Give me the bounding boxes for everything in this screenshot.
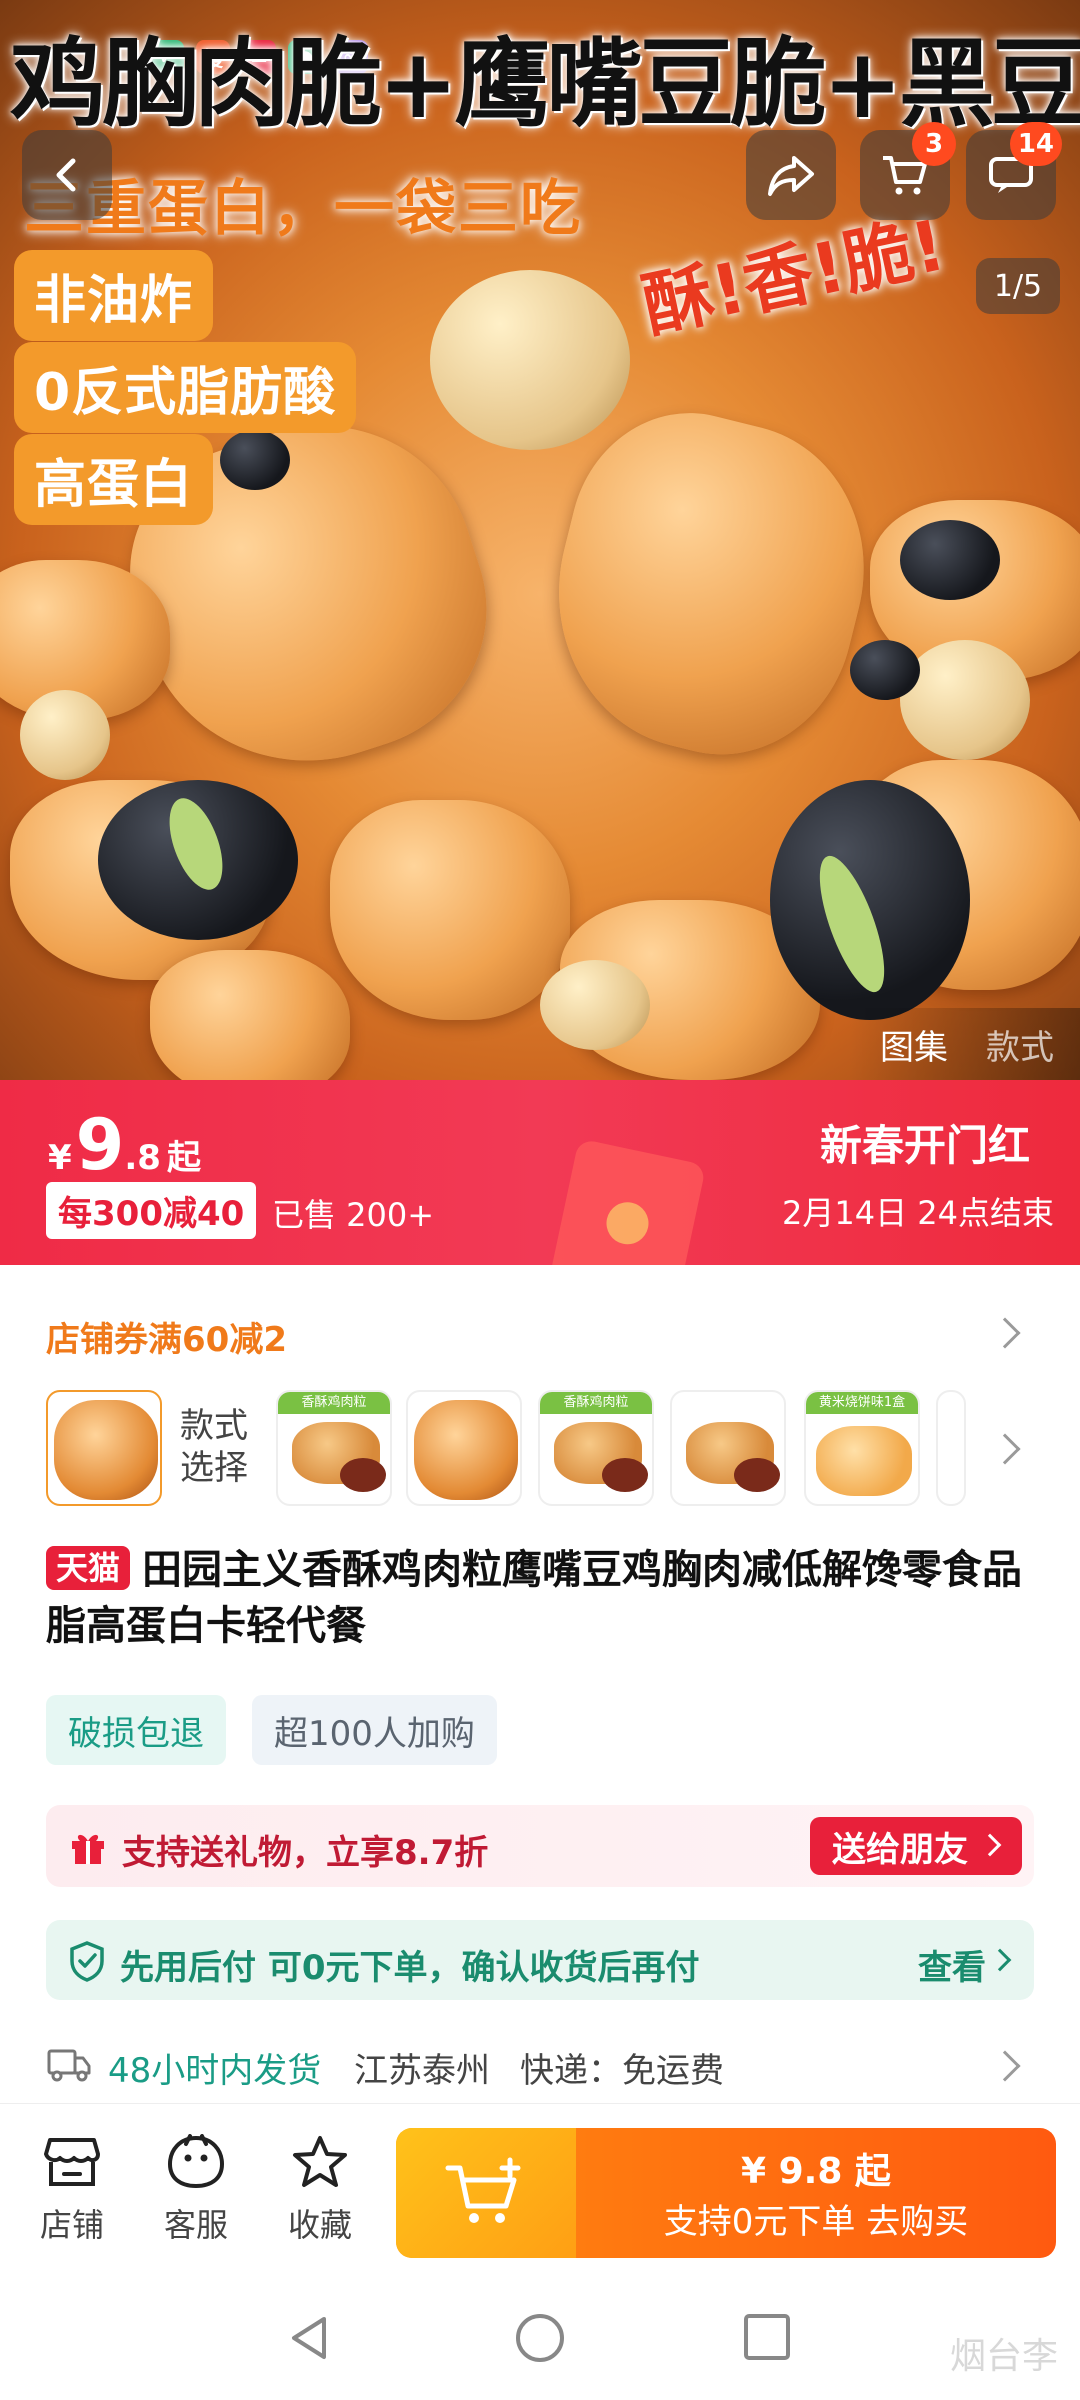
favorite-button[interactable]: 收藏: [270, 2134, 370, 2246]
shipping-origin: 江苏泰州: [354, 2051, 490, 2091]
price: ¥ 9 .8 起: [48, 1110, 201, 1180]
chickpea: [900, 640, 1030, 760]
store-label: 店铺: [39, 2206, 104, 2244]
price-suffix: 起: [166, 1138, 201, 1178]
buy-button-label: 支持0元下单 去购买: [663, 2202, 969, 2242]
chickpea: [20, 690, 110, 780]
bottom-action-bar: 店铺 客服 收藏 ¥ 9.8 起 支持0元下单 去购买: [0, 2103, 1080, 2273]
service-tag-addcart: 超100人加购: [252, 1695, 497, 1765]
gift-row[interactable]: 支持送礼物，立享8.7折 送给朋友: [46, 1805, 1034, 1887]
thumb-caption: 香酥鸡肉粒: [278, 1392, 390, 1414]
price-integer: 9: [75, 1104, 125, 1186]
back-button[interactable]: [22, 130, 112, 220]
nav-back-icon[interactable]: [284, 2313, 334, 2363]
hero-headline: 鸡胸肉脆+鹰嘴豆脆+黑豆脆: [10, 28, 1080, 140]
tab-gallery[interactable]: 图集: [880, 1020, 948, 1069]
coupon-chevron-icon: [989, 1317, 1021, 1349]
variant-thumbnail[interactable]: 黄米烧饼味1盒: [804, 1390, 920, 1506]
shipping-chevron-icon: [989, 2050, 1021, 2082]
more-button[interactable]: 14: [966, 122, 1062, 220]
shipping-time: 48小时内发货: [108, 2051, 322, 2091]
black-bean: [850, 640, 920, 700]
gallery-tabs: 图集 款式: [850, 1008, 1080, 1080]
tmall-badge: 天猫: [46, 1546, 131, 1590]
product-title-text: 田园主义香酥鸡肉粒鹰嘴豆鸡胸肉减低解馋零食品脂高蛋白卡轻代餐: [46, 1547, 1023, 1649]
chickpea: [430, 270, 630, 450]
price-decimal: .8: [124, 1138, 161, 1178]
variant-thumbnail[interactable]: [670, 1390, 786, 1506]
variant-thumbnail[interactable]: 香酥鸡肉粒: [538, 1390, 654, 1506]
black-bean: [900, 520, 1000, 600]
food-nugget: [330, 800, 570, 1020]
chevron-right-icon: [978, 1833, 1002, 1857]
customer-service-button[interactable]: 客服: [146, 2134, 246, 2246]
tab-styles[interactable]: 款式: [986, 1020, 1054, 1069]
add-to-cart-icon: [445, 2157, 521, 2223]
variant-thumbnail[interactable]: [406, 1390, 522, 1506]
promo-title: 新春开门红: [819, 1121, 1030, 1170]
red-envelope-decoration: [543, 1138, 707, 1265]
chickpea: [540, 960, 650, 1050]
add-to-cart-button[interactable]: [396, 2128, 576, 2258]
image-counter: 1/5: [976, 258, 1060, 314]
product-hero-image[interactable]: ✓ 慢 ✉ ● ∞ 鸡胸肉脆+鹰嘴豆脆+黑豆脆 三重蛋白，一袋三吃 非油炸 0反…: [0, 0, 1080, 1080]
store-icon: [44, 2138, 100, 2186]
nav-home-icon[interactable]: [512, 2313, 568, 2369]
food-nugget: [150, 950, 350, 1080]
star-icon: [293, 2136, 347, 2187]
service-tag-breakage: 破损包退: [46, 1695, 226, 1765]
share-button[interactable]: [746, 130, 836, 220]
pay-after-row[interactable]: 先用后付 可0元下单，确认收货后再付 查看: [46, 1920, 1034, 2000]
buy-button-price: ¥ 9.8 起: [741, 2151, 891, 2192]
watermark: 烟台李: [949, 2336, 1058, 2377]
store-coupon[interactable]: 店铺券满60减2: [46, 1312, 287, 1361]
nav-recents-icon[interactable]: [742, 2313, 792, 2363]
shipping-fee: 快递：免运费: [520, 2051, 724, 2091]
thumb-caption: 黄米烧饼味1盒: [806, 1392, 918, 1414]
cart-count-badge: 3: [912, 122, 956, 166]
variant-thumbnail[interactable]: [46, 1390, 162, 1506]
truck-icon: [47, 2049, 91, 2082]
customer-service-icon: [167, 2134, 225, 2189]
variant-select-label[interactable]: 款式选择: [180, 1405, 260, 1489]
send-to-friend-label: 送给朋友: [832, 1829, 968, 1870]
food-nugget: [524, 388, 896, 782]
black-bean: [770, 780, 970, 1020]
product-title: 天猫 田园主义香酥鸡肉粒鹰嘴豆鸡胸肉减低解馋零食品脂高蛋白卡轻代餐: [46, 1542, 1036, 1654]
hero-tag-trans-fat: 0反式脂肪酸: [14, 342, 357, 433]
variant-thumbnail[interactable]: 香酥鸡肉粒: [276, 1390, 392, 1506]
shipping-row[interactable]: 48小时内发货 江苏泰州 快递：免运费: [46, 2035, 1036, 2095]
chevron-right-icon: [988, 1948, 1012, 1972]
gift-icon: [72, 1834, 104, 1864]
gift-text: 支持送礼物，立享8.7折: [122, 1833, 489, 1873]
hero-tag-protein: 高蛋白: [14, 434, 214, 525]
pay-after-text: 先用后付 可0元下单，确认收货后再付: [120, 1948, 700, 1988]
favorite-label: 收藏: [287, 2206, 352, 2244]
share-icon: [768, 156, 814, 196]
variant-thumbnail[interactable]: [936, 1390, 966, 1506]
shield-check-icon: [70, 1941, 104, 1982]
message-count-badge: 14: [1009, 122, 1062, 166]
pay-after-view-link[interactable]: 查看: [918, 1940, 986, 1989]
system-navigation-bar: 烟台李: [0, 2273, 1080, 2400]
back-arrow-icon: [56, 158, 76, 192]
sold-count: 已售 200+: [272, 1196, 435, 1234]
variants-chevron-icon[interactable]: [989, 1433, 1021, 1465]
store-button[interactable]: 店铺: [22, 2134, 122, 2246]
cart-button[interactable]: 3: [860, 122, 956, 220]
hero-tag-non-fried: 非油炸: [14, 250, 214, 341]
thumb-caption: 香酥鸡肉粒: [540, 1392, 652, 1414]
black-bean: [98, 780, 298, 940]
price-banner: ¥ 9 .8 起 每300减40 已售 200+ 新春开门红 2月14日 24点…: [0, 1080, 1080, 1265]
customer-service-label: 客服: [163, 2206, 228, 2244]
black-bean: [220, 430, 290, 490]
buy-button[interactable]: ¥ 9.8 起 支持0元下单 去购买: [396, 2128, 1056, 2258]
send-to-friend-button[interactable]: 送给朋友: [810, 1817, 1022, 1875]
discount-chip: 每300减40: [46, 1182, 257, 1239]
promo-end-time: 2月14日 24点结束: [782, 1194, 1054, 1232]
price-currency: ¥: [48, 1138, 72, 1178]
